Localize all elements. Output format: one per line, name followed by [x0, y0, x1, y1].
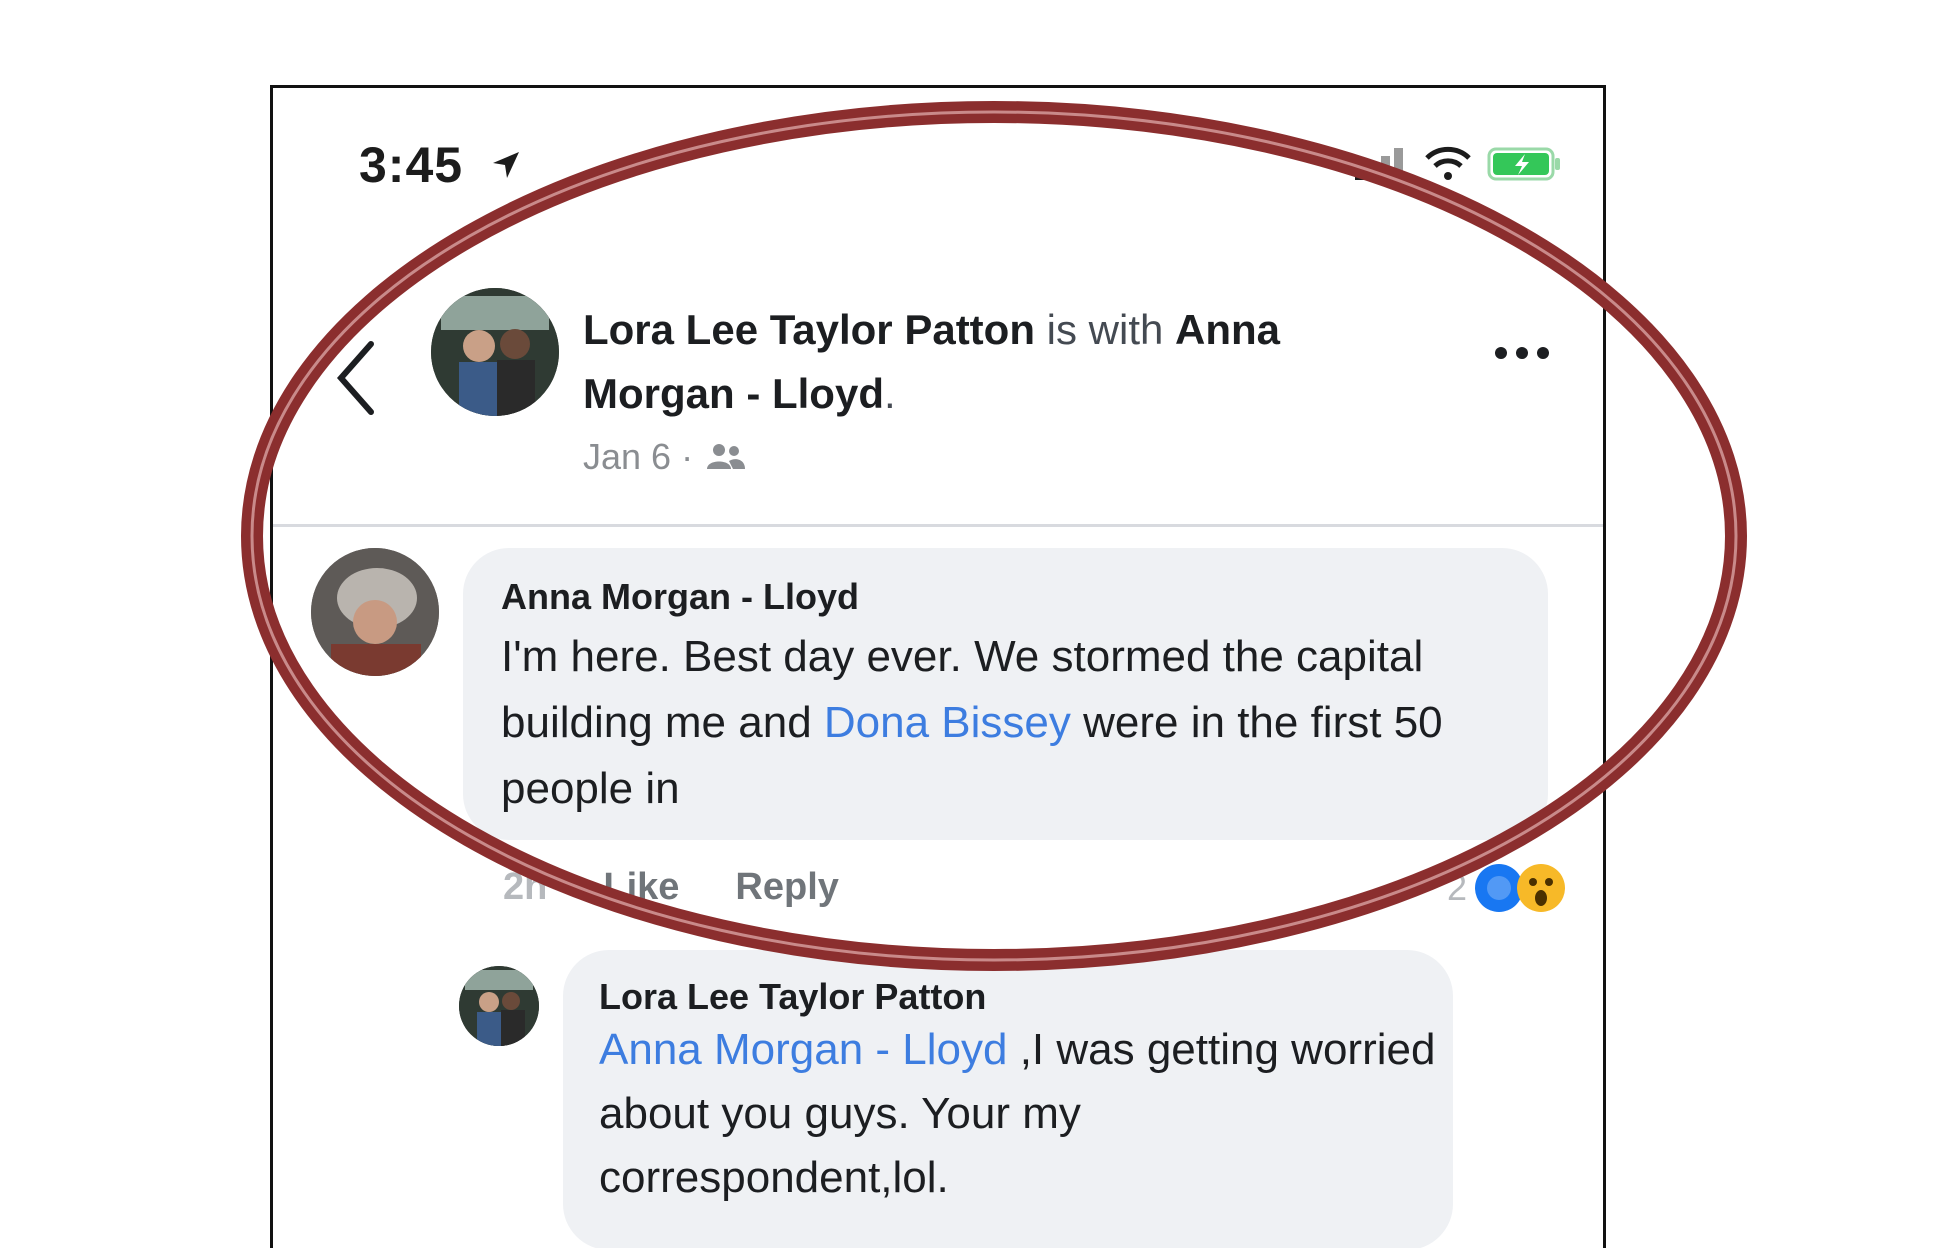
commenter-avatar[interactable] — [311, 548, 439, 676]
battery-charging-icon — [1487, 147, 1560, 181]
reply-mention-link[interactable]: Anna Morgan - Lloyd — [599, 1025, 1007, 1074]
reply-author[interactable]: Lora Lee Taylor Patton — [599, 976, 986, 1018]
friends-icon — [707, 444, 746, 469]
reply-button[interactable]: Reply — [735, 866, 838, 909]
mention-link[interactable]: Dona Bissey — [824, 698, 1071, 747]
author-avatar[interactable] — [431, 288, 559, 416]
reply-author-photo — [459, 966, 539, 1046]
page: 3:45 Lora Lee Taylor Patton is with Anna… — [0, 0, 1958, 1248]
reply-avatar[interactable] — [459, 966, 539, 1046]
author-photo — [431, 288, 559, 416]
reaction-count: 2 — [1446, 867, 1467, 908]
wow-reaction-icon — [1517, 864, 1565, 912]
more-options-icon[interactable] — [1493, 343, 1551, 363]
header-divider — [273, 524, 1603, 527]
comment-author[interactable]: Anna Morgan - Lloyd — [501, 576, 859, 618]
post-date[interactable]: Jan 6 · — [583, 436, 693, 478]
comment-actions: 2h Like Reply — [503, 866, 839, 909]
post-end-punct: . — [883, 370, 896, 417]
commenter-photo — [311, 548, 439, 676]
status-icons — [1353, 146, 1563, 182]
status-time: 3:45 — [359, 137, 464, 193]
post-author-name[interactable]: Lora Lee Taylor Patton — [583, 306, 1035, 353]
phone-screenshot-frame: 3:45 Lora Lee Taylor Patton is with Anna… — [270, 85, 1606, 1248]
reactions-summary[interactable]: 2 — [1447, 862, 1567, 914]
post-header-title: Lora Lee Taylor Patton is with Anna Morg… — [583, 298, 1443, 426]
wifi-icon — [1425, 146, 1471, 180]
comment-time: 2h — [503, 866, 548, 908]
back-chevron-icon[interactable] — [331, 338, 381, 418]
post-meta: Jan 6 · — [583, 436, 747, 478]
reply-text: Anna Morgan - Lloyd ,I was getting worri… — [599, 1018, 1439, 1210]
like-button[interactable]: Like — [603, 866, 679, 909]
signal-icon — [1355, 148, 1403, 180]
location-arrow-icon — [493, 152, 519, 178]
comment-text: I'm here. Best day ever. We stormed the … — [501, 624, 1541, 822]
post-connector: is with — [1034, 306, 1176, 353]
